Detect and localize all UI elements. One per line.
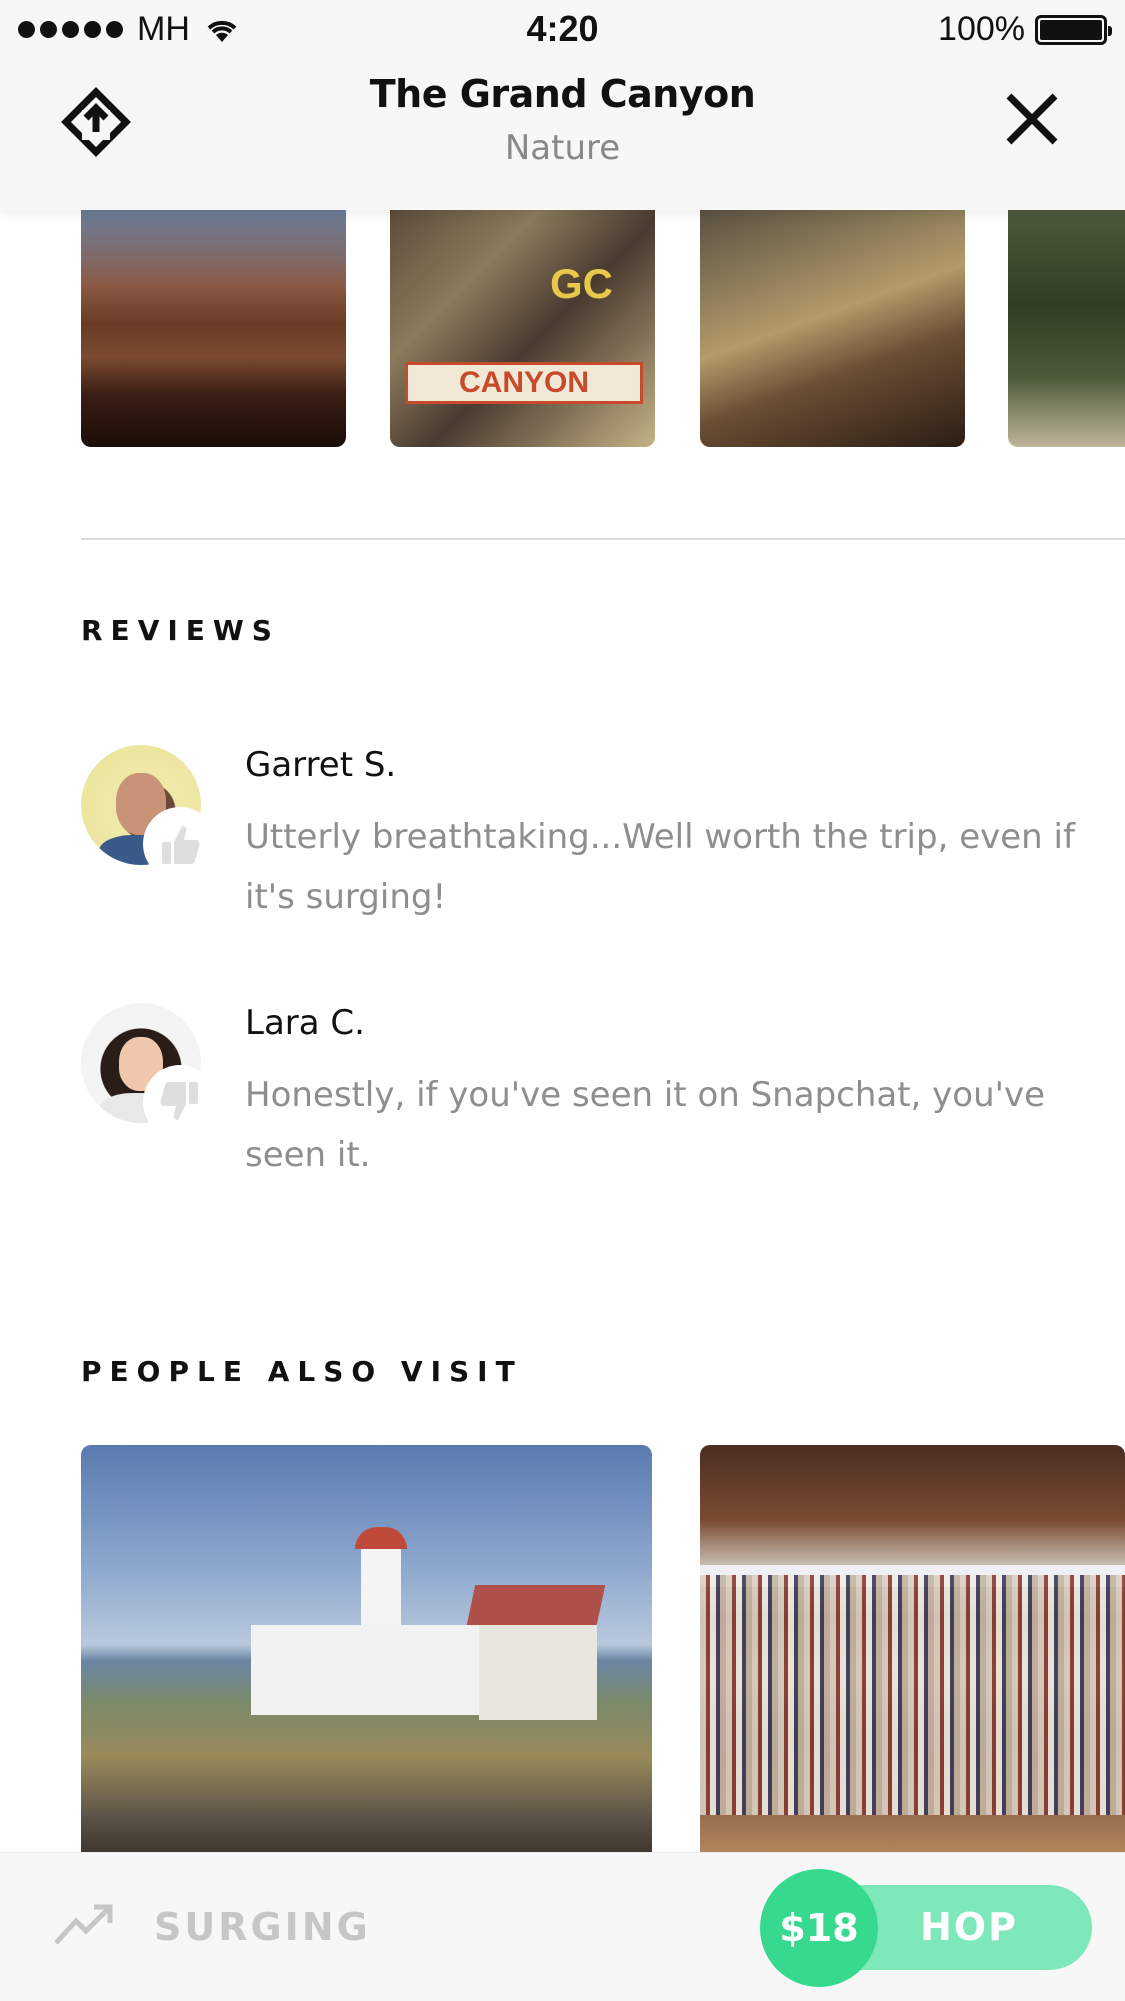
- photo-thumbnail[interactable]: [700, 210, 965, 447]
- surging-label: SURGING: [154, 1905, 371, 1949]
- price-label: $18: [779, 1906, 859, 1950]
- review-text: Honestly, if you've seen it on Snapchat,…: [245, 1075, 1046, 1175]
- thumbs-up-icon: [143, 807, 217, 881]
- price-badge[interactable]: $18: [760, 1869, 878, 1987]
- reviewer-name: Garret S.: [245, 745, 397, 785]
- visit-card-bookstore[interactable]: [700, 1445, 1125, 1860]
- reviews-heading: REVIEWS: [81, 614, 280, 647]
- photo-thumbnail[interactable]: [1008, 210, 1125, 447]
- review-text: Utterly breathtaking...Well worth the tr…: [245, 817, 1075, 917]
- reviewer-name: Lara C.: [245, 1003, 365, 1043]
- divider: [81, 538, 1125, 540]
- visit-card-lighthouse[interactable]: [81, 1445, 652, 1860]
- battery-icon: [1035, 14, 1112, 45]
- poster-badge: GC: [550, 260, 613, 307]
- thumbs-down-icon: [143, 1065, 217, 1139]
- hop-label: HOP: [920, 1905, 1018, 1949]
- also-visit-heading: PEOPLE ALSO VISIT: [81, 1355, 523, 1388]
- page-title: The Grand Canyon: [369, 72, 756, 116]
- poster-text: CANYON: [405, 362, 643, 404]
- lighthouse-image: [251, 1527, 606, 1735]
- bookshelves-image: [700, 1575, 1125, 1815]
- status-bar: MH 4:20 100%: [0, 0, 1125, 62]
- photo-thumbnail[interactable]: GC CANYON: [390, 210, 655, 447]
- header: The Grand Canyon Nature: [0, 62, 1125, 210]
- trending-up-icon: [54, 1904, 113, 1945]
- close-icon[interactable]: [1003, 90, 1061, 148]
- hop-button[interactable]: HOP $18: [760, 1869, 1092, 1987]
- page-subtitle: Nature: [504, 128, 621, 168]
- photo-strip[interactable]: GC CANYON: [0, 210, 1125, 448]
- photo-thumbnail[interactable]: [81, 210, 346, 447]
- battery-percent: 100%: [938, 10, 1025, 48]
- status-right: 100%: [938, 10, 1112, 49]
- bottom-bar: SURGING HOP $18: [0, 1852, 1125, 2001]
